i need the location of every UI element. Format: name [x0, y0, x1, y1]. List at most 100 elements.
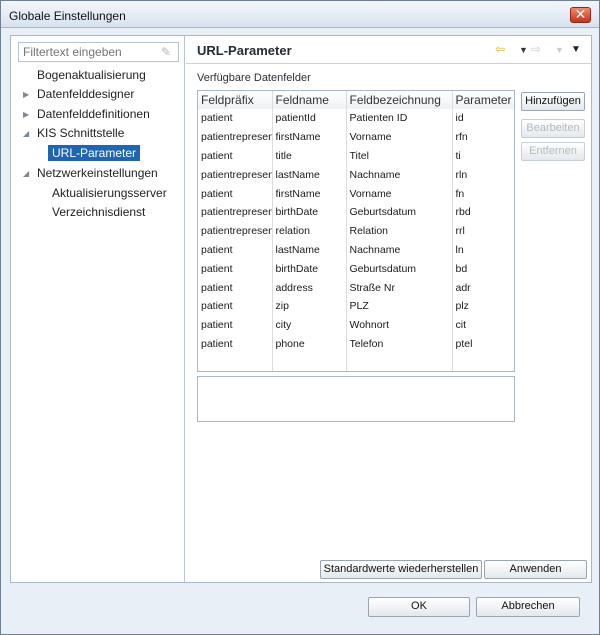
table-row[interactable]: patientrepresentativebirthDateGeburtsdat… [198, 202, 514, 222]
cancel-button[interactable]: Abbrechen [476, 597, 580, 617]
table-cell: Vorname [346, 184, 453, 203]
tree-item-label: Verzeichnisdienst [52, 205, 146, 219]
datafields-table[interactable]: Feldpräfix Feldname Feldbezeichnung Para… [197, 90, 515, 372]
table-row[interactable]: patient birthDate Geburtsdatum bd [198, 259, 514, 279]
table-cell: Nachname [346, 165, 453, 185]
tree-item-verzeichnisdienst[interactable]: Verzeichnisdienst [52, 203, 145, 222]
table-cell: PLZ [346, 296, 453, 316]
table-cell: Wohnort [346, 315, 453, 335]
table-empty-area [198, 353, 514, 371]
table-cell: patient [198, 240, 273, 260]
expand-arrow-icon[interactable]: ▶ [23, 105, 33, 124]
table-cell [272, 353, 347, 371]
table-row[interactable]: patient zip PLZ plz [198, 296, 514, 316]
table-cell: ln [452, 240, 514, 260]
page-nav-toolbar: ⇦ ▼ ⇨ ▼ ▼ [495, 42, 585, 58]
ok-button[interactable]: OK [368, 597, 470, 617]
table-cell: Titel [346, 146, 453, 166]
table-cell: rrl [452, 221, 514, 241]
title-bar[interactable]: Globale Einstellungen ✕ [1, 1, 599, 28]
table-cell: patient [198, 146, 273, 166]
edit-button[interactable]: Bearbeiten [521, 119, 585, 138]
table-body: patient patientId Patienten ID id patientrep… [198, 109, 514, 371]
forward-arrow-icon[interactable]: ⇨ [531, 42, 541, 56]
table-cell: patient [198, 334, 273, 354]
dropdown-icon[interactable]: ▼ [555, 45, 564, 55]
tree-item-datenfelddefinitionen[interactable]: ▶ Datenfelddefinitionen [23, 105, 150, 124]
page-header: URL-Parameter ⇦ ▼ ⇨ ▼ ▼ [186, 36, 591, 64]
collapse-arrow-icon[interactable]: ◢ [23, 164, 33, 183]
table-cell: ti [452, 146, 514, 166]
tree-item-label: Netzwerkeinstellungen [37, 166, 158, 180]
table-cell: rbd [452, 202, 514, 222]
filter-input[interactable] [21, 44, 155, 60]
remove-button[interactable]: Entfernen [521, 142, 585, 161]
table-cell: Geburtsdatum [346, 259, 453, 279]
table-cell: cit [452, 315, 514, 335]
table-row[interactable]: patientrepresentativefirstNameVornamerfn [198, 127, 514, 147]
table-row[interactable]: patient city Wohnort cit [198, 315, 514, 335]
table-cell [198, 353, 273, 371]
table-row[interactable]: patient firstName Vorname fn [198, 184, 514, 203]
table-row[interactable]: patient patientId Patienten ID id [198, 109, 514, 128]
column-header[interactable]: Parameter [452, 91, 514, 109]
table-cell: bd [452, 259, 514, 279]
table-row[interactable]: patient phone Telefon ptel [198, 334, 514, 354]
table-cell: patientrepresentative [198, 202, 273, 222]
tree-item-label: KIS Schnittstelle [37, 126, 125, 140]
table-cell: plz [452, 296, 514, 316]
tree-item-url-parameter[interactable]: URL-Parameter [48, 144, 141, 163]
table-row[interactable]: patient lastName Nachname ln [198, 240, 514, 260]
table-cell: ptel [452, 334, 514, 354]
table-cell: Patienten ID [346, 109, 453, 128]
table-cell: phone [272, 334, 347, 354]
table-cell: rln [452, 165, 514, 185]
table-row[interactable]: patientrepresentativerelationRelationrrl [198, 221, 514, 241]
dropdown-icon[interactable]: ▼ [519, 45, 528, 55]
table-cell: patient [198, 315, 273, 335]
column-header[interactable]: Feldbezeichnung [346, 91, 453, 109]
filter-box[interactable]: ✎ [18, 42, 179, 62]
table-row[interactable]: patient address Straße Nr adr [198, 278, 514, 297]
collapse-arrow-icon[interactable]: ◢ [23, 124, 33, 143]
table-cell: relation [272, 221, 347, 241]
tree-item-aktualisierungsserver[interactable]: Aktualisierungsserver [52, 184, 167, 203]
menu-dropdown-icon[interactable]: ▼ [571, 44, 581, 55]
add-button[interactable]: Hinzufügen [521, 92, 585, 111]
tree-item-label: Aktualisierungsserver [52, 186, 167, 200]
table-cell: lastName [272, 240, 347, 260]
table-cell: Geburtsdatum [346, 202, 453, 222]
table-cell: Nachname [346, 240, 453, 260]
table-cell: patient [198, 259, 273, 279]
apply-button[interactable]: Anwenden [484, 560, 587, 579]
table-header-row: Feldpräfix Feldname Feldbezeichnung Para… [198, 91, 514, 109]
settings-content-pane: URL-Parameter ⇦ ▼ ⇨ ▼ ▼ Verfügbare Daten… [186, 36, 591, 582]
settings-panel: ✎ Bogenaktualisierung ▶ Datenfelddesigne… [10, 35, 592, 583]
table-cell: address [272, 278, 347, 297]
table-cell: city [272, 315, 347, 335]
tree-item-bogenaktualisierung[interactable]: Bogenaktualisierung [37, 66, 146, 85]
column-header[interactable]: Feldpräfix [198, 91, 273, 109]
tree-item-datenfelddesigner[interactable]: ▶ Datenfelddesigner [23, 85, 134, 104]
table-cell: patient [198, 109, 273, 128]
restore-defaults-button[interactable]: Standardwerte wiederherstellen [320, 560, 482, 579]
settings-tree-pane: ✎ Bogenaktualisierung ▶ Datenfelddesigne… [11, 36, 185, 582]
close-icon[interactable]: ✕ [570, 7, 591, 23]
section-label: Verfügbare Datenfelder [197, 72, 311, 84]
clear-filter-icon[interactable]: ✎ [161, 45, 174, 59]
table-cell: lastName [272, 165, 347, 185]
table-cell: firstName [272, 184, 347, 203]
tree-item-kis-schnittstelle[interactable]: ◢ KIS Schnittstelle [23, 124, 125, 143]
table-row[interactable]: patient title Titel ti [198, 146, 514, 166]
table-cell: id [452, 109, 514, 128]
details-text-area[interactable] [197, 376, 515, 422]
tree-item-netzwerkeinstellungen[interactable]: ◢ Netzwerkeinstellungen [23, 164, 158, 183]
column-header[interactable]: Feldname [272, 91, 347, 109]
window-title: Globale Einstellungen [9, 9, 126, 23]
tree-item-label: URL-Parameter [48, 145, 141, 161]
back-arrow-icon[interactable]: ⇦ [495, 42, 505, 56]
table-row[interactable]: patientrepresentativelastNameNachnamerln [198, 165, 514, 185]
page-title: URL-Parameter [197, 43, 292, 58]
table-cell: title [272, 146, 347, 166]
expand-arrow-icon[interactable]: ▶ [23, 85, 33, 104]
